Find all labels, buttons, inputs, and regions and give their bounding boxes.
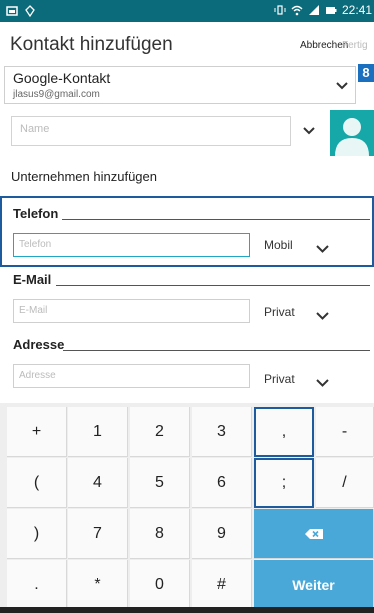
address-section-divider <box>63 350 370 351</box>
account-email: jlasus9@gmail.com <box>13 89 100 100</box>
key-6[interactable]: 6 <box>192 458 252 508</box>
key-0[interactable]: 0 <box>130 560 190 610</box>
name-input[interactable]: Name <box>11 116 291 146</box>
key-1[interactable]: 1 <box>68 407 128 457</box>
key-asterisk[interactable]: * <box>68 560 128 610</box>
signal-icon <box>308 4 320 16</box>
key-plus[interactable]: + <box>7 407 67 457</box>
numeric-keyboard: + 1 2 3 , - ( 4 5 6 ; / ) 7 8 9 . * 0 # … <box>0 403 374 613</box>
backspace-key[interactable] <box>254 509 374 559</box>
key-comma[interactable]: , <box>254 407 314 457</box>
email-section-divider <box>56 285 370 286</box>
key-period[interactable]: . <box>7 560 67 610</box>
app-header: Kontakt hinzufügen Abbrechen Fertig <box>0 22 374 68</box>
key-hash[interactable]: # <box>192 560 252 610</box>
phone-type-label[interactable]: Mobil <box>264 238 293 252</box>
email-type-label[interactable]: Privat <box>264 305 295 319</box>
address-section-label: Adresse <box>13 337 65 352</box>
email-type-chevron-icon[interactable] <box>316 308 329 320</box>
key-semicolon[interactable]: ; <box>254 458 314 508</box>
person-silhouette-icon <box>335 118 369 156</box>
battery-icon <box>325 4 337 16</box>
key-2[interactable]: 2 <box>130 407 190 457</box>
account-selector[interactable]: Google-Kontakt jlasus9@gmail.com <box>4 66 356 104</box>
address-type-label[interactable]: Privat <box>264 372 295 386</box>
phone-section-divider <box>62 219 370 220</box>
done-button[interactable]: Fertig <box>342 40 368 51</box>
address-input[interactable]: Adresse <box>13 364 250 388</box>
navigation-bar <box>0 607 374 613</box>
account-type: Google-Kontakt <box>13 70 111 86</box>
phone-input[interactable]: Telefon <box>13 233 250 257</box>
vibrate-icon <box>274 4 286 16</box>
next-key[interactable]: Weiter <box>254 560 374 610</box>
gallery-notification-icon <box>6 4 18 16</box>
status-bar: 22:41 <box>0 0 374 22</box>
address-type-chevron-icon[interactable] <box>316 375 329 387</box>
key-3[interactable]: 3 <box>192 407 252 457</box>
key-open-paren[interactable]: ( <box>7 458 67 508</box>
key-close-paren[interactable]: ) <box>7 509 67 559</box>
location-notification-icon <box>24 4 36 18</box>
backspace-icon <box>304 528 323 539</box>
contact-photo-avatar[interactable] <box>330 110 374 156</box>
key-slash[interactable]: / <box>316 458 374 508</box>
key-5[interactable]: 5 <box>130 458 190 508</box>
key-4[interactable]: 4 <box>68 458 128 508</box>
status-time: 22:41 <box>341 3 372 17</box>
name-expand-chevron-icon[interactable] <box>302 124 316 136</box>
wifi-icon <box>291 4 303 16</box>
phone-section-label: Telefon <box>13 206 59 221</box>
chevron-down-icon <box>335 79 349 91</box>
email-section-label: E-Mail <box>13 272 52 287</box>
key-8[interactable]: 8 <box>130 509 190 559</box>
email-input[interactable]: E-Mail <box>13 299 250 323</box>
key-7[interactable]: 7 <box>68 509 128 559</box>
add-company-link[interactable]: Unternehmen hinzufügen <box>11 169 157 184</box>
google-account-badge: 8 <box>358 64 374 82</box>
phone-type-chevron-icon[interactable] <box>316 241 329 253</box>
page-title: Kontakt hinzufügen <box>10 34 173 55</box>
key-minus[interactable]: - <box>316 407 374 457</box>
key-9[interactable]: 9 <box>192 509 252 559</box>
